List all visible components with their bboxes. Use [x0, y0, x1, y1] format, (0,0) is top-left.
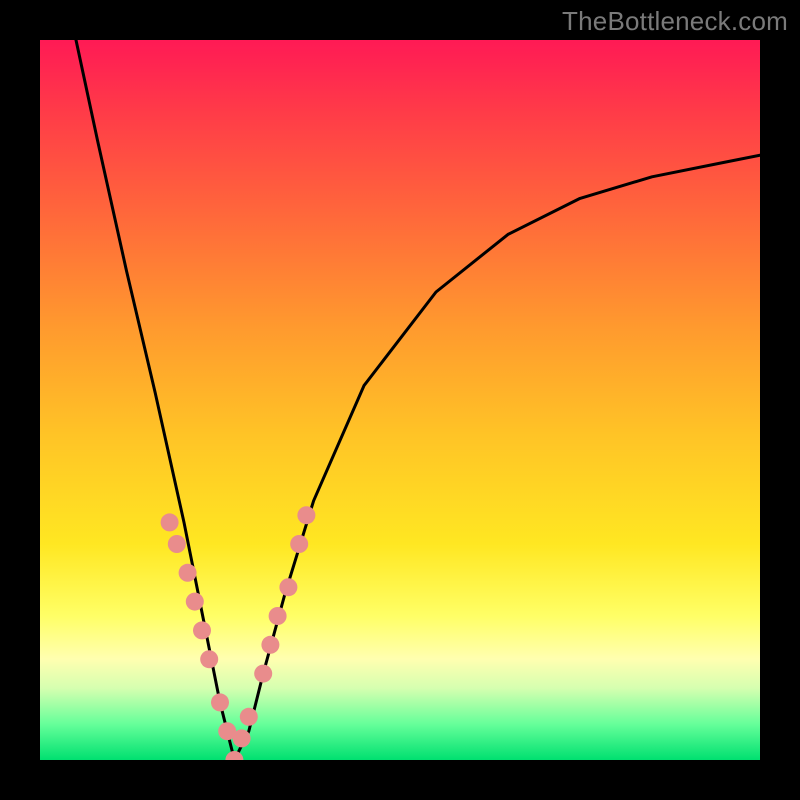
sample-marker [233, 729, 251, 747]
sample-marker [168, 535, 186, 553]
sample-marker [179, 564, 197, 582]
bottleneck-curve [76, 40, 760, 760]
sample-marker [161, 513, 179, 531]
sample-marker [297, 506, 315, 524]
plot-area [40, 40, 760, 760]
sample-marker [225, 751, 243, 760]
sample-marker [211, 693, 229, 711]
chart-svg [40, 40, 760, 760]
sample-marker [240, 708, 258, 726]
sample-marker [290, 535, 308, 553]
watermark-text: TheBottleneck.com [562, 6, 788, 37]
curve-layer [76, 40, 760, 760]
sample-marker [269, 607, 287, 625]
marker-layer [161, 506, 316, 760]
sample-marker [193, 621, 211, 639]
sample-marker [261, 636, 279, 654]
sample-marker [254, 665, 272, 683]
sample-marker [200, 650, 218, 668]
chart-frame: TheBottleneck.com [0, 0, 800, 800]
sample-marker [279, 578, 297, 596]
sample-marker [186, 593, 204, 611]
